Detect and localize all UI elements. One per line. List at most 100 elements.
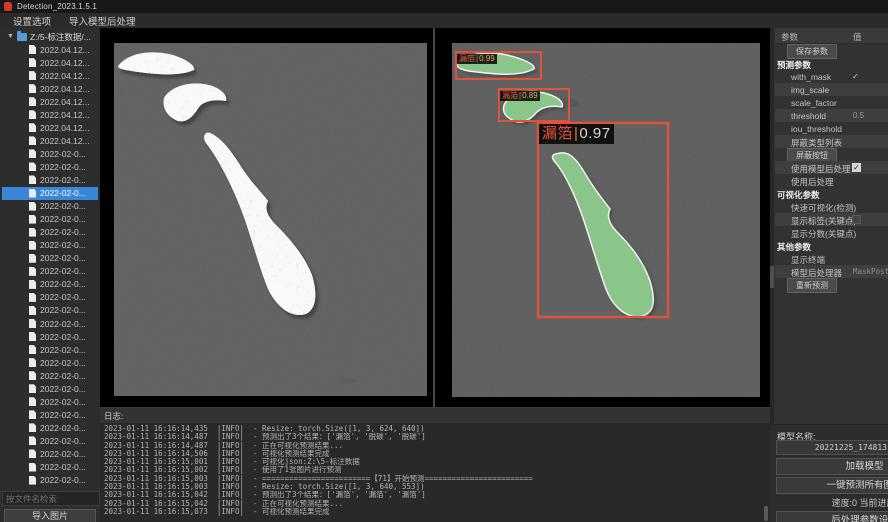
tree-item-label: 2022-02-0... <box>40 266 86 276</box>
tree-item[interactable]: 2022-02-0... <box>2 187 98 200</box>
import-images-button[interactable]: 导入图片 <box>4 509 96 522</box>
window-title: Detection_2023.1.5.1 <box>17 2 97 11</box>
tree-item[interactable]: 2022-02-0... <box>2 278 98 291</box>
panel-splitter[interactable] <box>433 28 435 413</box>
file-icon <box>29 280 36 289</box>
param-row[interactable]: 屏蔽类型列表 <box>775 135 888 148</box>
detection-label: 漏箔|0.97 <box>539 124 614 144</box>
tree-item[interactable]: 2022.04.12... <box>2 82 98 95</box>
log-body[interactable]: 2023-01-11 16:16:14,435 |INFO| - Resize:… <box>100 423 770 516</box>
tree-item[interactable]: 2022-02-0... <box>2 291 98 304</box>
tree-item[interactable]: 2022-02-0... <box>2 461 98 474</box>
right-image[interactable]: 漏箔|0.99漏箔|0.89漏箔|0.97 <box>452 43 760 397</box>
param-value: MaskPostPro <box>853 267 888 276</box>
menu-import-postprocess[interactable]: 导入模型后处理 <box>60 13 145 29</box>
tree-item[interactable]: 2022-02-0... <box>2 434 98 447</box>
tree-item[interactable]: 2022-02-0... <box>2 213 98 226</box>
file-icon <box>29 189 36 198</box>
params-scrollbar-track[interactable] <box>770 28 774 424</box>
file-icon <box>29 319 36 328</box>
detection-class: 漏箔 <box>502 91 518 100</box>
param-row[interactable]: 快速可视化(检测) <box>775 200 888 213</box>
checkbox[interactable]: ✓ <box>852 163 861 172</box>
tree-item[interactable]: 2022-02-0... <box>2 356 98 369</box>
params-header-value: 值 <box>853 31 862 43</box>
tree-item-label: 2022.04.12... <box>40 84 90 94</box>
original-image-panel[interactable] <box>114 43 427 396</box>
log-line: 2023-01-11 16:16:15,073 |INFO| - 可视化预测结果… <box>104 508 770 516</box>
check-icon: ✓ <box>852 72 859 81</box>
tree-item[interactable]: 2022-02-0... <box>2 173 98 186</box>
tree-item[interactable]: 2022-02-0... <box>2 239 98 252</box>
file-icon <box>29 423 36 432</box>
tree-item[interactable]: 2022.04.12... <box>2 43 98 56</box>
param-row[interactable]: img_scale <box>775 83 888 96</box>
log-scrollbar[interactable] <box>764 506 768 521</box>
original-image-canvas <box>114 43 427 396</box>
tree-item-label: 2022-02-0... <box>40 175 86 185</box>
tree-item[interactable]: 2022-02-0... <box>2 408 98 421</box>
menu-settings[interactable]: 设置选项 <box>4 13 60 29</box>
file-icon <box>29 215 36 224</box>
file-icon <box>29 397 36 406</box>
tree-item[interactable]: 2022-02-0... <box>2 382 98 395</box>
tree-item[interactable]: 2022-02-0... <box>2 474 98 487</box>
file-icon <box>29 45 36 54</box>
file-tree-list: 2022.04.12...2022.04.12...2022.04.12...2… <box>2 43 98 487</box>
file-icon <box>29 202 36 211</box>
tree-root-label: Z:/5-标注数据/... <box>30 31 91 43</box>
re-predict-button[interactable]: 重新预测 <box>787 278 837 293</box>
tree-item[interactable]: 2022-02-0... <box>2 395 98 408</box>
param-row[interactable]: with_mask✓ <box>775 70 888 83</box>
detection-label: 漏箔|0.99 <box>457 54 497 64</box>
tree-item[interactable]: 2022-02-0... <box>2 304 98 317</box>
postprocess-params-button[interactable]: 后处理参数设置 <box>776 511 888 522</box>
log-label: 日志: <box>100 408 770 423</box>
tree-item[interactable]: 2022.04.12... <box>2 134 98 147</box>
file-icon <box>29 71 36 80</box>
tree-item[interactable]: 2022-02-0... <box>2 200 98 213</box>
tree-item[interactable]: 2022-02-0... <box>2 369 98 382</box>
tree-item[interactable]: 2022.04.12... <box>2 95 98 108</box>
tree-item[interactable]: 2022.04.12... <box>2 56 98 69</box>
tree-item[interactable]: 2022-02-0... <box>2 252 98 265</box>
search-input[interactable] <box>2 491 100 506</box>
model-name-field[interactable]: 20221225_174813 <box>776 440 888 455</box>
tree-item-label: 2022.04.12... <box>40 110 90 120</box>
tree-item[interactable]: 2022-02-0... <box>2 421 98 434</box>
predict-all-button[interactable]: 一键预测所有图片 <box>776 477 888 494</box>
load-model-button[interactable]: 加载模型 <box>776 458 888 475</box>
tree-root[interactable]: ▼ Z:/5-标注数据/... <box>2 30 98 43</box>
checkbox[interactable] <box>852 215 861 224</box>
param-row[interactable]: 模型后处理器MaskPostPro <box>775 265 888 278</box>
param-row[interactable]: scale_factor <box>775 96 888 109</box>
param-label: iou_threshold <box>791 124 842 134</box>
tree-item-label: 2022.04.12... <box>40 123 90 133</box>
image-workspace: 漏箔|0.99漏箔|0.89漏箔|0.97 日志: 2023-01-11 16:… <box>100 28 770 522</box>
tree-item[interactable]: 2022-02-0... <box>2 226 98 239</box>
tree-item-label: 2022-02-0... <box>40 279 86 289</box>
param-row[interactable]: 使用后处理 <box>775 174 888 187</box>
tree-item[interactable]: 2022-02-0... <box>2 265 98 278</box>
file-icon <box>29 123 36 132</box>
param-row[interactable]: 显示终端 <box>775 252 888 265</box>
tree-item[interactable]: 2022-02-0... <box>2 343 98 356</box>
tree-item[interactable]: 2022-02-0... <box>2 147 98 160</box>
param-row[interactable]: 显示标签(关键点) <box>775 213 888 226</box>
tree-item[interactable]: 2022.04.12... <box>2 121 98 134</box>
detection-score: 0.99 <box>479 54 495 63</box>
params-scrollbar-handle[interactable] <box>770 266 774 288</box>
param-row[interactable]: iou_threshold <box>775 122 888 135</box>
detection-class: 漏箔 <box>542 125 573 142</box>
tree-item[interactable]: 2022-02-0... <box>2 447 98 460</box>
tree-item[interactable]: 2022-02-0... <box>2 160 98 173</box>
tree-item[interactable]: 2022.04.12... <box>2 108 98 121</box>
param-row[interactable]: 使用模型后处理✓ <box>775 161 888 174</box>
tree-item[interactable]: 2022.04.12... <box>2 69 98 82</box>
param-row[interactable]: threshold0.5 <box>775 109 888 122</box>
folder-icon <box>17 33 27 41</box>
tree-item[interactable]: 2022-02-0... <box>2 330 98 343</box>
param-label: img_scale <box>791 85 829 95</box>
tree-item[interactable]: 2022-02-0... <box>2 317 98 330</box>
param-row[interactable]: 显示分数(关键点) <box>775 226 888 239</box>
